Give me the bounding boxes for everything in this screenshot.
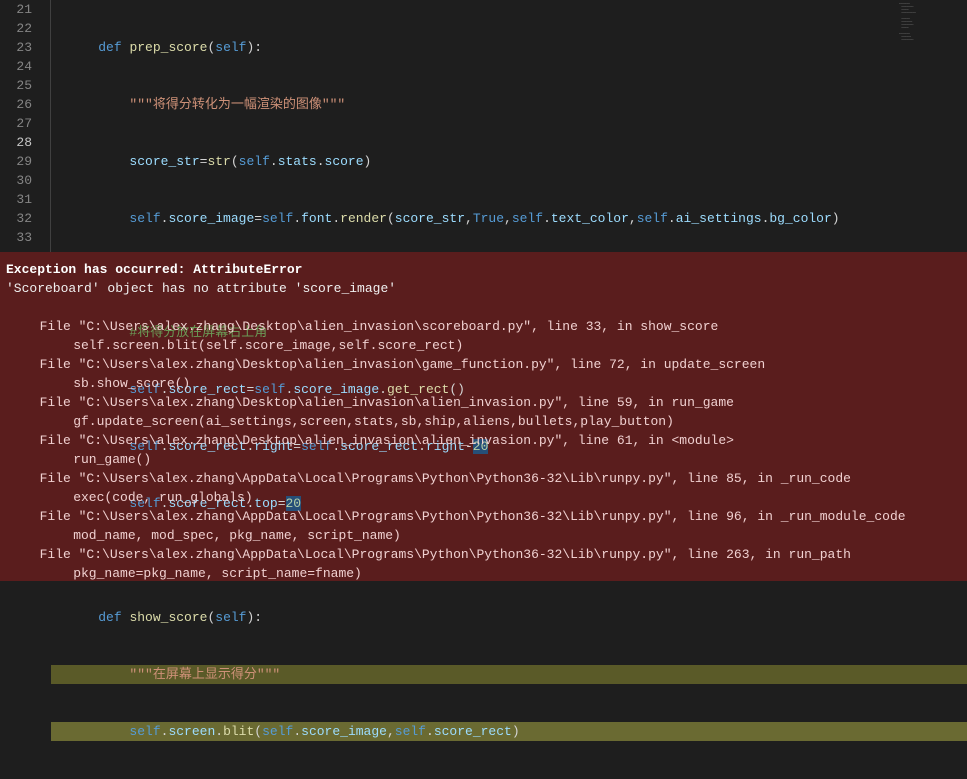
line-number: 26 [0,95,32,114]
traceback-source: self.screen.blit(self.score_image,self.s… [6,338,463,353]
line-number: 25 [0,76,32,95]
minimap[interactable]: ▬▬▬▬▬▬▬▬▬ ▬▬▬▬▬▬▬▬▬▬ ▬▬▬▬▬▬ ▬▬▬▬▬▬▬▬▬▬▬▬… [897,0,967,252]
traceback-location: File "C:\Users\alex.zhang\AppData\Local\… [6,471,851,486]
traceback-source: run_game() [6,452,151,467]
line-number: 32 [0,209,32,228]
minimap-content: ▬▬▬▬▬▬▬▬▬ ▬▬▬▬▬▬▬▬▬▬ ▬▬▬▬▬▬ ▬▬▬▬▬▬▬▬▬▬▬▬… [897,0,967,43]
line-number: 33 [0,228,32,247]
exception-message: 'Scoreboard' object has no attribute 'sc… [6,281,396,296]
line-number: 21 [0,0,32,19]
line-number: 23 [0,38,32,57]
traceback-location: File "C:\Users\alex.zhang\Desktop\alien_… [6,433,734,448]
traceback-location: File "C:\Users\alex.zhang\AppData\Local\… [6,547,851,562]
line-number: 30 [0,171,32,190]
code-editor[interactable]: 21 22 23 24 25 26 27 28 29 30 31 32 33 d… [0,0,967,252]
traceback-source: mod_name, mod_spec, pkg_name, script_nam… [6,528,401,543]
traceback-location: File "C:\Users\alex.zhang\Desktop\alien_… [6,357,765,372]
code-line: score_str=str(self.stats.score) [51,152,967,171]
traceback-source: pkg_name=pkg_name, script_name=fname) [6,566,362,581]
traceback-source: sb.show_score() [6,376,190,391]
line-number: 29 [0,152,32,171]
traceback-source: exec(code, run_globals) [6,490,253,505]
traceback-location: File "C:\Users\alex.zhang\AppData\Local\… [6,509,906,524]
code-line: self.score_image=self.font.render(score_… [51,209,967,228]
line-number: 24 [0,57,32,76]
traceback-location: File "C:\Users\alex.zhang\Desktop\alien_… [6,395,734,410]
line-number: 22 [0,19,32,38]
code-line: """在屏幕上显示得分""" [51,665,967,684]
exception-title: Exception has occurred: AttributeError [6,262,302,277]
code-line: self.screen.blit(self.score_image,self.s… [51,722,967,741]
code-line: def show_score(self): [51,608,967,627]
traceback-location: File "C:\Users\alex.zhang\Desktop\alien_… [6,319,718,334]
line-number-gutter: 21 22 23 24 25 26 27 28 29 30 31 32 33 [0,0,50,252]
code-line: def prep_score(self): [51,38,967,57]
code-line: """将得分转化为一幅渲染的图像""" [51,95,967,114]
line-number: 28 [0,133,32,152]
code-content[interactable]: def prep_score(self): """将得分转化为一幅渲染的图像""… [50,0,967,252]
traceback-source: gf.update_screen(ai_settings,screen,stat… [6,414,674,429]
line-number: 31 [0,190,32,209]
line-number: 27 [0,114,32,133]
